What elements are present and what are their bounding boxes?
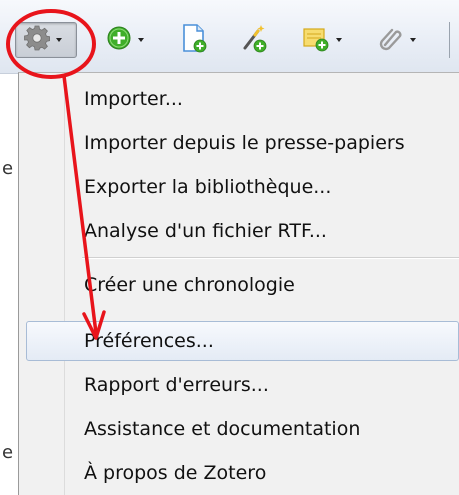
toolbar-separator xyxy=(449,22,450,58)
clipped-text: e xyxy=(2,158,14,179)
menu-item-label: Exporter la bibliothèque... xyxy=(84,176,332,198)
menu-item-label: Préférences... xyxy=(84,330,214,352)
background-pane: e e xyxy=(0,74,20,495)
menu-item-preferences[interactable]: Préférences... xyxy=(26,321,459,361)
menu-item-about-zotero[interactable]: À propos de Zotero xyxy=(26,453,459,493)
chevron-down-icon xyxy=(336,38,342,42)
toolbar xyxy=(0,0,459,74)
chevron-down-icon xyxy=(138,38,144,42)
actions-dropdown-menu: Importer... Importer depuis le presse-pa… xyxy=(18,72,459,495)
menu-item-label: Créer une chronologie xyxy=(84,274,295,296)
add-circle-icon xyxy=(106,25,132,55)
new-note-button[interactable] xyxy=(302,22,356,58)
menu-item-import[interactable]: Importer... xyxy=(26,79,459,119)
menu-item-label: Importer depuis le presse-papiers xyxy=(84,132,405,154)
menu-item-label: Analyse d'un fichier RTF... xyxy=(84,220,327,242)
gear-icon xyxy=(24,25,51,55)
menu-item-create-timeline[interactable]: Créer une chronologie xyxy=(26,265,459,305)
menu-item-label: Importer... xyxy=(84,88,183,110)
attachment-button[interactable] xyxy=(378,22,430,58)
actions-menu-button[interactable] xyxy=(15,22,77,58)
new-document-button[interactable] xyxy=(180,22,214,58)
new-item-button[interactable] xyxy=(106,22,158,58)
chevron-down-icon xyxy=(56,38,62,42)
menu-item-label: Assistance et documentation xyxy=(84,418,361,440)
paperclip-icon xyxy=(378,25,404,55)
chevron-down-icon xyxy=(410,38,416,42)
menu-item-support-documentation[interactable]: Assistance et documentation xyxy=(26,409,459,449)
menu-item-rtf-scan[interactable]: Analyse d'un fichier RTF... xyxy=(26,211,459,251)
menu-item-export-library[interactable]: Exporter la bibliothèque... xyxy=(26,167,459,207)
menu-item-label: À propos de Zotero xyxy=(84,462,267,484)
clipped-text: e xyxy=(2,442,14,463)
new-document-icon xyxy=(180,23,208,57)
menu-item-report-errors[interactable]: Rapport d'erreurs... xyxy=(26,365,459,405)
menu-item-import-from-clipboard[interactable]: Importer depuis le presse-papiers xyxy=(26,123,459,163)
magic-wand-icon xyxy=(240,23,268,57)
note-icon xyxy=(302,24,330,56)
menu-separator xyxy=(82,257,459,259)
add-by-identifier-button[interactable] xyxy=(240,22,274,58)
menu-item-label: Rapport d'erreurs... xyxy=(84,374,269,396)
